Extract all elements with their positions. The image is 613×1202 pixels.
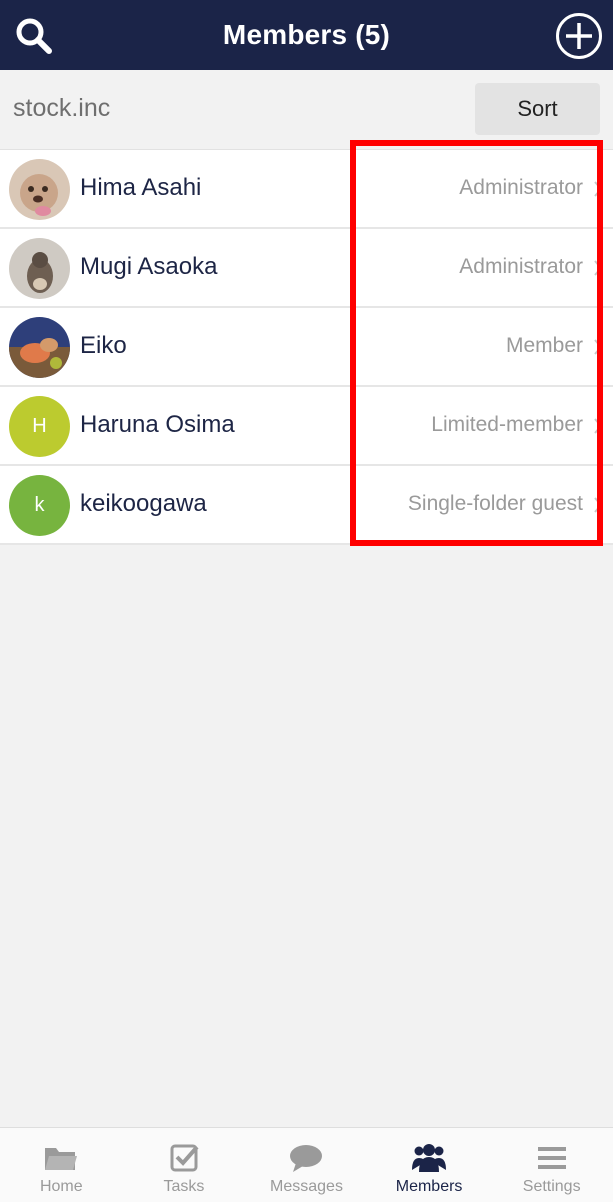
member-role: Single-folder guest bbox=[407, 492, 583, 515]
avatar: H bbox=[9, 396, 70, 457]
avatar-initial: k bbox=[34, 494, 45, 516]
tab-label: Settings bbox=[522, 1178, 581, 1195]
tab-label: Home bbox=[39, 1178, 83, 1195]
sort-button[interactable]: Sort bbox=[475, 83, 600, 135]
member-role: Limited-member bbox=[431, 413, 583, 436]
member-row[interactable]: H Haruna Osima Limited-member bbox=[0, 387, 613, 466]
member-row[interactable]: k keikoogawa Single-folder guest bbox=[0, 466, 613, 545]
chat-bubble-icon bbox=[290, 1145, 323, 1172]
checkbox-icon bbox=[170, 1144, 199, 1172]
search-icon bbox=[16, 18, 52, 54]
tab-label: Tasks bbox=[163, 1178, 205, 1195]
chevron-right-icon bbox=[594, 260, 603, 276]
member-name: Eiko bbox=[80, 332, 127, 359]
avatar: k bbox=[9, 475, 70, 536]
member-name: keikoogawa bbox=[80, 490, 207, 517]
chevron-right-icon bbox=[594, 339, 603, 355]
chevron-right-icon bbox=[594, 497, 603, 513]
member-role: Member bbox=[505, 334, 583, 357]
tab-label: Messages bbox=[270, 1178, 343, 1195]
bottom-tab-bar: Home Tasks Messages Members Settings bbox=[0, 1127, 613, 1202]
organization-bar: stock.inc Sort bbox=[0, 70, 613, 149]
member-name: Haruna Osima bbox=[80, 411, 235, 438]
avatar bbox=[9, 317, 70, 378]
page-title: Members (5) bbox=[222, 19, 391, 50]
app-header: Members (5) bbox=[0, 0, 613, 70]
member-row[interactable]: Hima Asahi Administrator bbox=[0, 150, 613, 229]
member-row[interactable]: Eiko Member bbox=[0, 308, 613, 387]
hamburger-menu-icon bbox=[537, 1147, 566, 1169]
plus-circle-icon bbox=[556, 13, 602, 59]
chevron-right-icon bbox=[594, 418, 603, 434]
avatar-initial: H bbox=[32, 415, 47, 437]
add-member-button[interactable] bbox=[555, 12, 603, 60]
tab-settings[interactable]: Settings bbox=[490, 1128, 613, 1202]
tab-tasks[interactable]: Tasks bbox=[123, 1128, 246, 1202]
member-name: Hima Asahi bbox=[80, 174, 202, 201]
search-button[interactable] bbox=[14, 16, 54, 56]
member-name: Mugi Asaoka bbox=[80, 253, 218, 280]
folder-icon bbox=[45, 1148, 78, 1170]
member-role: Administrator bbox=[459, 255, 583, 278]
tab-home[interactable]: Home bbox=[0, 1128, 123, 1202]
people-icon bbox=[412, 1144, 447, 1172]
tab-members[interactable]: Members bbox=[368, 1128, 491, 1202]
chevron-right-icon bbox=[594, 181, 603, 197]
tab-messages[interactable]: Messages bbox=[245, 1128, 368, 1202]
organization-name: stock.inc bbox=[13, 94, 111, 122]
member-row[interactable]: Mugi Asaoka Administrator bbox=[0, 229, 613, 308]
member-list: Hima Asahi Administrator Mugi Asaoka Adm… bbox=[0, 149, 613, 545]
tab-label: Members bbox=[395, 1178, 463, 1195]
member-role: Administrator bbox=[459, 176, 583, 199]
avatar bbox=[9, 238, 70, 299]
avatar bbox=[9, 159, 70, 220]
